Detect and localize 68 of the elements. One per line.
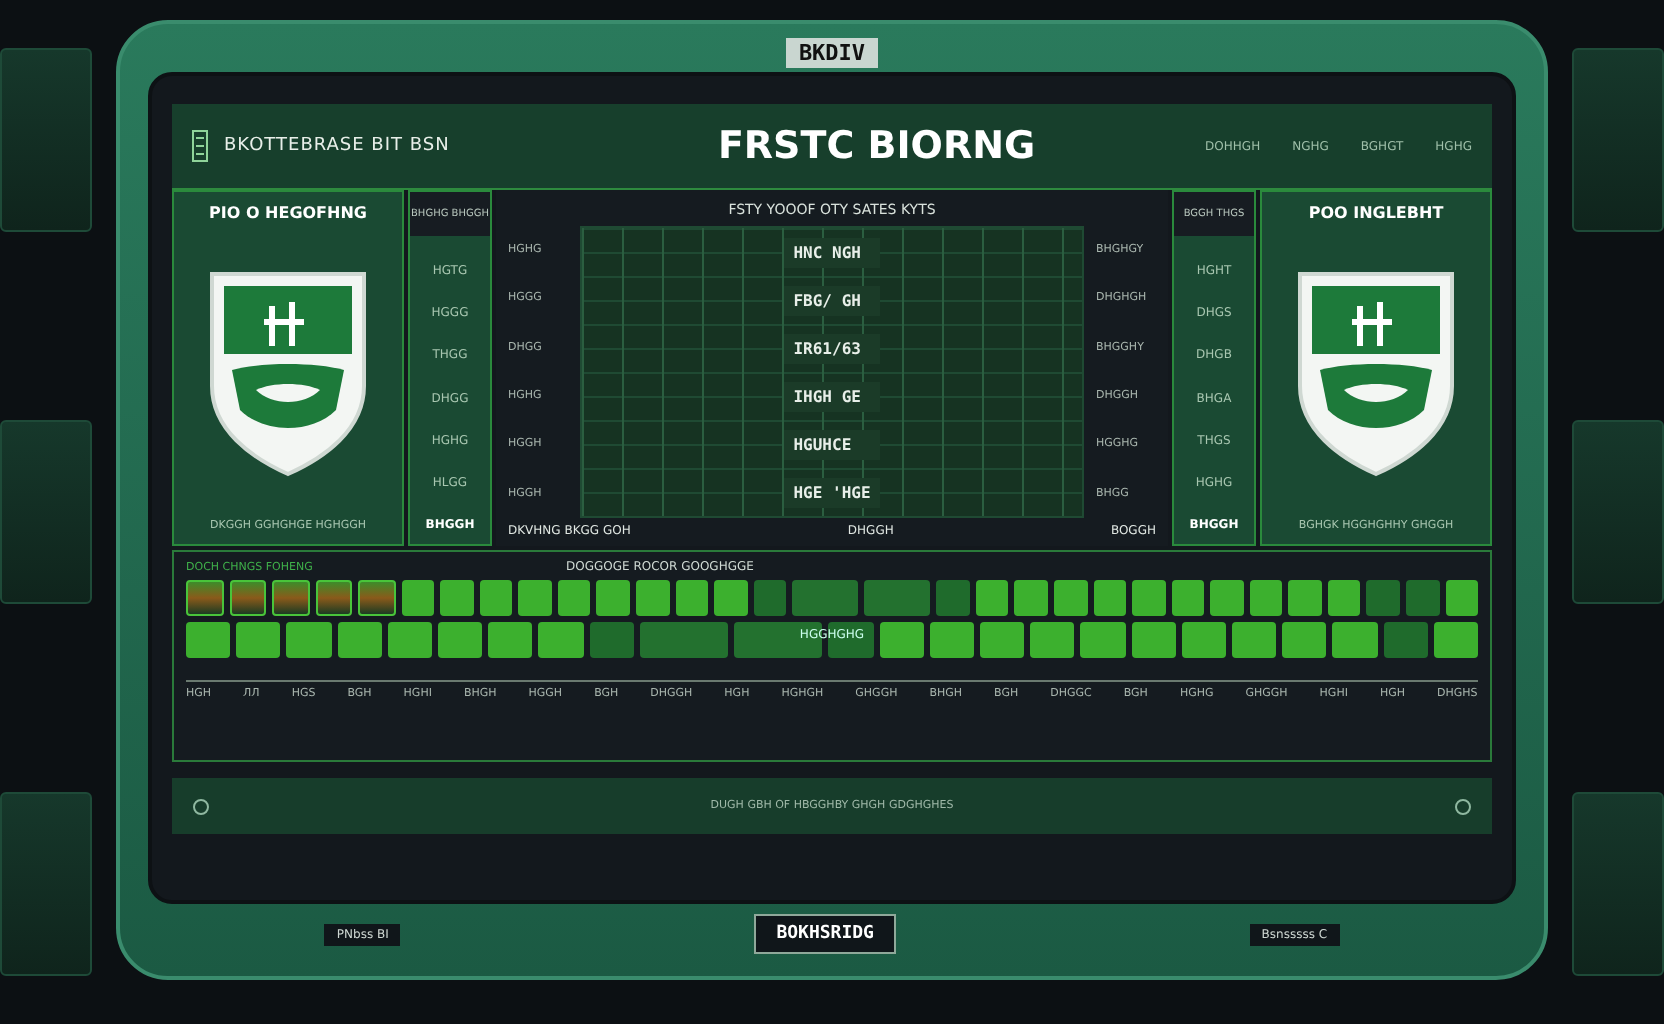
score-row: IHGH GE <box>783 381 881 411</box>
status-tile <box>518 580 552 616</box>
status-tile <box>337 622 382 658</box>
team-name: POO INGLEBHT <box>1308 204 1444 222</box>
status-tile <box>1366 580 1400 616</box>
status-tile <box>1405 580 1439 616</box>
score-row: HGE 'HGE <box>783 477 881 507</box>
status-tile <box>479 580 513 616</box>
status-tile <box>1131 622 1176 658</box>
status-tile <box>286 622 332 658</box>
status-tile <box>1014 580 1049 616</box>
status-tile <box>186 622 231 658</box>
status-tile <box>1171 580 1205 616</box>
score-row: HGUHCE <box>783 429 881 459</box>
status-tile <box>1080 622 1126 658</box>
status-tile <box>1030 622 1075 658</box>
status-tile <box>1327 580 1361 616</box>
status-tile <box>229 580 267 616</box>
status-tile <box>1054 580 1088 616</box>
status-tile <box>589 622 634 658</box>
status-tile <box>538 622 583 658</box>
status-tile <box>1332 622 1378 658</box>
plate-label: BOKHSRIDG <box>754 914 896 954</box>
status-tile <box>639 622 729 658</box>
score-row: IR61/63 <box>783 333 881 363</box>
status-tile <box>236 622 281 658</box>
status-tile <box>714 580 748 616</box>
status-tile <box>437 622 483 658</box>
score-row: FBG/ GH <box>783 285 881 315</box>
status-tile <box>272 580 310 616</box>
ring-icon <box>192 797 210 815</box>
status-tile <box>675 580 709 616</box>
status-tile <box>975 580 1009 616</box>
status-tile <box>1445 580 1479 616</box>
status-tile <box>980 622 1025 658</box>
logo-icon <box>192 130 208 162</box>
status-tile <box>1181 622 1226 658</box>
status-tile <box>557 580 591 616</box>
status-tile <box>488 622 533 658</box>
status-tile <box>1093 580 1127 616</box>
brand-name: BKOTTEBRASE BIT BSN <box>224 136 452 156</box>
status-tile <box>1210 580 1244 616</box>
status-tile <box>929 622 975 658</box>
plate-label: BKDIV <box>786 37 878 67</box>
status-tile <box>1231 622 1277 658</box>
status-tile <box>792 580 859 616</box>
score-row: HNC NGH <box>783 237 881 267</box>
status-tile <box>440 580 474 616</box>
status-tile <box>879 622 924 658</box>
ring-icon <box>1453 797 1472 815</box>
status-tile <box>1288 580 1322 616</box>
status-tile <box>1383 622 1428 658</box>
status-tile <box>387 622 432 658</box>
status-tile <box>596 580 631 616</box>
status-tile <box>753 580 787 616</box>
team-name: PIO O HEGOFHNG <box>209 204 367 222</box>
status-tile <box>1433 622 1478 658</box>
status-tile <box>1132 580 1166 616</box>
status-tile <box>936 580 970 616</box>
status-tile <box>358 580 396 616</box>
status-tile <box>864 580 931 616</box>
status-tile <box>315 580 353 616</box>
status-tile <box>1282 622 1327 658</box>
status-tile <box>1249 580 1283 616</box>
status-tile <box>636 580 670 616</box>
status-tile <box>186 580 224 616</box>
page-title: FRSTC BIORNG <box>715 124 1038 168</box>
status-tile <box>401 580 435 616</box>
